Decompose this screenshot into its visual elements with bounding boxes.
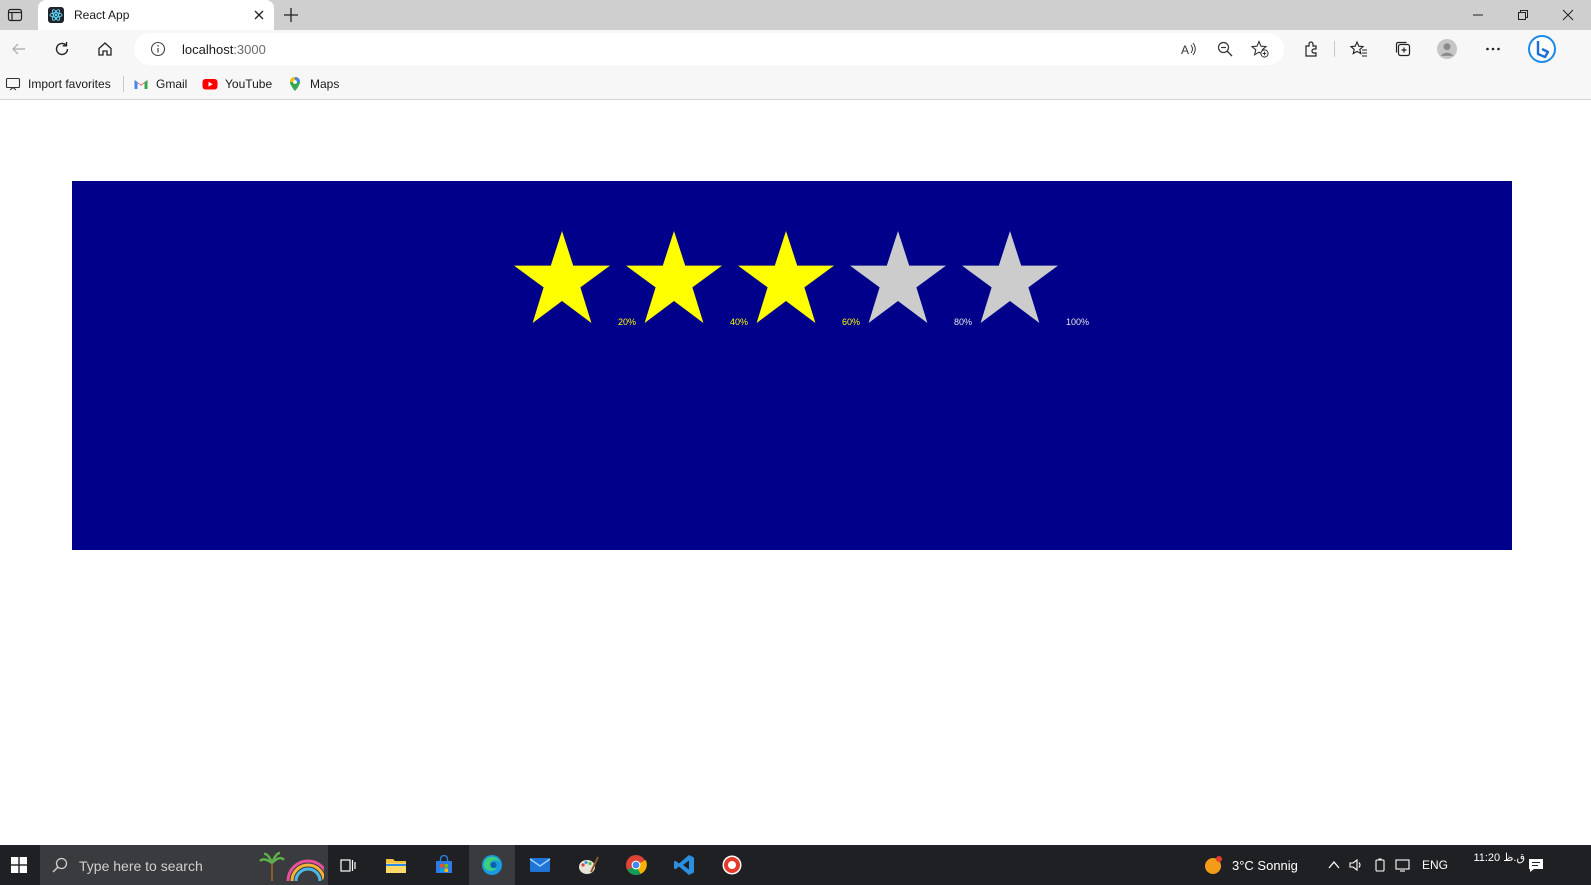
add-favorite-icon[interactable] xyxy=(1250,40,1269,58)
navigation-bar: localhost:3000 A xyxy=(0,30,1591,68)
star-filled-icon-3[interactable] xyxy=(736,231,836,327)
back-arrow-icon[interactable] xyxy=(9,39,29,59)
language-label: ENG xyxy=(1422,858,1449,872)
import-favorites-icon xyxy=(5,77,21,91)
svg-text:A: A xyxy=(1181,43,1189,57)
home-icon[interactable] xyxy=(95,39,115,59)
input-language[interactable]: ENG xyxy=(1422,845,1448,885)
star-rating-panel: 20% 40% 60% 80% 100% xyxy=(72,181,1512,550)
favorite-gmail[interactable]: Gmail xyxy=(133,74,187,94)
network-icon[interactable] xyxy=(1394,845,1412,885)
favorite-maps[interactable]: Maps xyxy=(287,74,339,94)
address-bar[interactable]: localhost:3000 A xyxy=(134,33,1284,65)
youtube-icon xyxy=(202,79,218,90)
vscode-icon[interactable] xyxy=(661,845,707,885)
tab-actions-icon[interactable] xyxy=(6,6,24,24)
tab-strip: React App xyxy=(0,0,1591,30)
read-aloud-icon[interactable]: A xyxy=(1180,40,1198,58)
favorites-icon[interactable] xyxy=(1349,39,1369,59)
search-placeholder: Type here to search xyxy=(79,858,203,874)
star-empty-icon-4[interactable] xyxy=(848,231,948,327)
weather-sun-icon xyxy=(1205,856,1222,874)
battery-icon[interactable] xyxy=(1373,845,1387,885)
taskbar-search-box[interactable]: Type here to search xyxy=(40,845,328,885)
microsoft-store-icon[interactable] xyxy=(421,845,467,885)
edge-browser-icon[interactable] xyxy=(469,845,515,885)
notifications-icon[interactable] xyxy=(1527,845,1545,885)
favorite-maps-label: Maps xyxy=(310,77,340,91)
close-window-icon[interactable] xyxy=(1545,0,1591,30)
chrome-icon[interactable] xyxy=(613,845,659,885)
settings-more-icon[interactable] xyxy=(1483,39,1503,59)
favorite-youtube-label: YouTube xyxy=(225,77,273,91)
close-tab-icon[interactable] xyxy=(252,8,266,22)
windows-start-icon[interactable] xyxy=(0,845,38,885)
url-port: :3000 xyxy=(233,42,266,57)
star-rating[interactable]: 20% 40% 60% 80% 100% xyxy=(72,181,1512,550)
volume-icon[interactable] xyxy=(1348,845,1364,885)
star-empty-icon-5[interactable] xyxy=(960,231,1060,327)
weather-text: 3°C Sonnig xyxy=(1232,857,1298,873)
favorite-import-label: Import favorites xyxy=(28,77,111,91)
show-hidden-icons[interactable] xyxy=(1327,845,1341,885)
weather-widget[interactable]: 3°C Sonnig xyxy=(1203,845,1298,885)
favorite-gmail-label: Gmail xyxy=(156,77,188,91)
gmail-icon xyxy=(134,80,148,89)
bing-copilot-icon[interactable] xyxy=(1527,34,1557,64)
chevron-up-icon xyxy=(1328,860,1340,869)
extensions-icon[interactable] xyxy=(1301,39,1321,59)
taskbar: Type here to search 3°C Sonnig ENG 11:20… xyxy=(0,845,1591,885)
maps-icon xyxy=(290,77,300,91)
file-explorer-icon[interactable] xyxy=(373,845,419,885)
favorites-bar: Import favorites Gmail YouTube Maps xyxy=(0,68,1591,100)
profile-avatar-icon[interactable] xyxy=(1437,39,1457,59)
search-icon xyxy=(52,857,68,873)
restore-icon[interactable] xyxy=(1500,0,1546,30)
url-host: localhost xyxy=(182,42,234,57)
favorite-youtube[interactable]: YouTube xyxy=(202,74,272,94)
zoom-out-icon[interactable] xyxy=(1216,40,1234,58)
react-logo-icon xyxy=(48,7,64,23)
new-tab-icon[interactable] xyxy=(283,7,299,23)
favorites-divider xyxy=(123,76,124,92)
url-text: localhost:3000 xyxy=(182,42,266,57)
toolbar-divider xyxy=(1334,41,1335,57)
screen-recorder-icon[interactable] xyxy=(709,845,755,885)
tab-title: React App xyxy=(74,8,130,22)
favorite-import[interactable]: Import favorites xyxy=(5,74,111,94)
system-clock[interactable]: 11:20 ق.ظ xyxy=(1465,851,1525,864)
search-highlight-icon xyxy=(258,849,324,881)
site-info-icon[interactable] xyxy=(150,41,166,57)
refresh-icon[interactable] xyxy=(52,39,72,59)
page-content: 20% 40% 60% 80% 100% xyxy=(0,101,1591,845)
star-percent-label-5: 100% xyxy=(1066,317,1090,327)
mail-icon[interactable] xyxy=(517,845,563,885)
task-view-icon[interactable] xyxy=(325,845,371,885)
star-filled-icon-2[interactable] xyxy=(624,231,724,327)
paint-icon[interactable] xyxy=(565,845,611,885)
collections-icon[interactable] xyxy=(1393,39,1413,59)
minimize-icon[interactable] xyxy=(1455,0,1501,30)
browser-tab[interactable]: React App xyxy=(38,0,274,30)
star-filled-icon-1[interactable] xyxy=(512,231,612,327)
